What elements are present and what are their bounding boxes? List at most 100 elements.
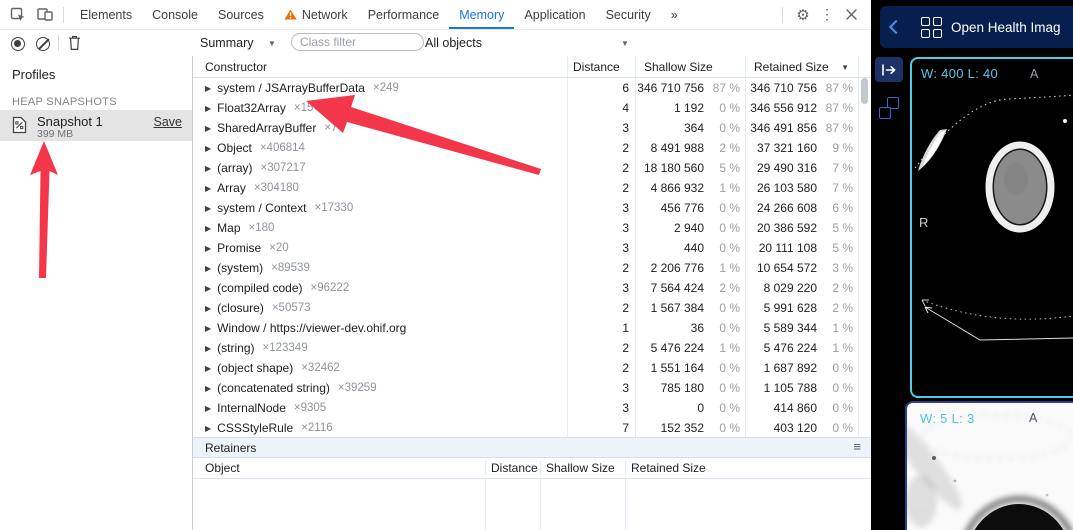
- row-expander-icon[interactable]: ▶: [205, 404, 211, 413]
- row-expander-icon[interactable]: ▶: [205, 424, 211, 433]
- row-expander-icon[interactable]: ▶: [205, 264, 211, 273]
- device-toolbar-icon[interactable]: [36, 6, 54, 24]
- row-expander-icon[interactable]: ▶: [205, 324, 211, 333]
- distance-cell: 2: [567, 258, 635, 278]
- heap-row[interactable]: ▶(concatenated string)×392593785 1800 %1…: [193, 378, 858, 398]
- delete-profile-icon[interactable]: [68, 35, 81, 56]
- heap-row[interactable]: ▶InternalNode×9305300 %414 8600 %: [193, 398, 858, 418]
- row-expander-icon[interactable]: ▶: [205, 284, 211, 293]
- row-expander-icon[interactable]: ▶: [205, 184, 211, 193]
- inspect-element-icon[interactable]: [9, 6, 27, 24]
- retainers-toolbar: Retainers ≡: [193, 437, 871, 458]
- heap-row[interactable]: ▶Float32Array×1541 1920 %346 556 91287 %: [193, 98, 858, 118]
- heap-row[interactable]: ▶(string)×12334925 476 2241 %5 476 2241 …: [193, 338, 858, 358]
- constructor-name: Map: [217, 221, 240, 235]
- chevron-down-icon: ▼: [268, 39, 276, 48]
- row-expander-icon[interactable]: ▶: [205, 224, 211, 233]
- distance-cell: 3: [567, 398, 635, 418]
- heap-row[interactable]: ▶Array×30418024 866 9321 %26 103 5807 %: [193, 178, 858, 198]
- distance-cell: 2: [567, 298, 635, 318]
- tab-memory[interactable]: Memory: [449, 0, 514, 29]
- heap-row[interactable]: ▶CSSStyleRule×21167152 3520 %403 1200 %: [193, 418, 858, 438]
- row-expander-icon[interactable]: ▶: [205, 344, 211, 353]
- series-stack-icon[interactable]: [879, 97, 899, 119]
- column-header-retained-size[interactable]: Retained Size: [625, 461, 871, 475]
- objects-filter-select[interactable]: All objects: [425, 36, 482, 50]
- column-header-distance[interactable]: Distance: [567, 56, 635, 77]
- row-expander-icon[interactable]: ▶: [205, 304, 211, 313]
- column-header-object[interactable]: Object: [193, 461, 485, 475]
- distance-cell: 2: [567, 158, 635, 178]
- clear-profiles-icon[interactable]: [36, 37, 50, 51]
- instance-count: ×89539: [271, 262, 310, 274]
- back-chevron-icon[interactable]: [889, 20, 903, 34]
- instance-count: ×180: [249, 222, 275, 234]
- column-header-retained-size[interactable]: Retained Size ▼: [745, 56, 858, 77]
- perspective-select[interactable]: Summary: [200, 36, 253, 50]
- retained-size-cell: 29 490 3167 %: [745, 158, 858, 178]
- grid-scrollbar[interactable]: [858, 77, 871, 437]
- retained-size-cell: 1 105 7880 %: [745, 378, 858, 398]
- row-expander-icon[interactable]: ▶: [205, 204, 211, 213]
- retainers-title: Retainers: [205, 441, 256, 455]
- tab-sources[interactable]: Sources: [208, 0, 274, 29]
- heap-row[interactable]: ▶SharedArrayBuffer×733640 %346 491 85687…: [193, 118, 858, 138]
- heap-row[interactable]: ▶(system)×8953922 206 7761 %10 654 5723 …: [193, 258, 858, 278]
- tab-elements[interactable]: Elements: [70, 0, 142, 29]
- heap-row[interactable]: ▶system / JSArrayBufferData×2496346 710 …: [193, 78, 858, 98]
- heap-row[interactable]: ▶(compiled code)×9622237 564 4242 %8 029…: [193, 278, 858, 298]
- column-header-constructor[interactable]: Constructor: [193, 56, 567, 77]
- row-expander-icon[interactable]: ▶: [205, 84, 211, 93]
- retainers-menu-icon[interactable]: ≡: [853, 439, 861, 454]
- row-expander-icon[interactable]: ▶: [205, 384, 211, 393]
- tab-performance[interactable]: Performance: [358, 0, 450, 29]
- ct-viewport-2[interactable]: W: 5 L: 3 A: [905, 401, 1073, 530]
- close-devtools-icon[interactable]: [839, 3, 863, 27]
- heap-row[interactable]: ▶(closure)×5057321 567 3840 %5 991 6282 …: [193, 298, 858, 318]
- save-snapshot-link[interactable]: Save: [154, 115, 183, 129]
- record-heap-snapshot-icon[interactable]: [11, 37, 25, 51]
- instance-count: ×2116: [301, 422, 332, 434]
- shallow-size-cell: 4400 %: [635, 238, 745, 258]
- row-expander-icon[interactable]: ▶: [205, 104, 211, 113]
- heap-row[interactable]: ▶Promise×2034400 %20 111 1085 %: [193, 238, 858, 258]
- collapse-panel-button[interactable]: [875, 57, 903, 82]
- tab-application[interactable]: Application: [514, 0, 595, 29]
- overflow-menu-icon[interactable]: ⋮: [815, 3, 839, 27]
- tab-security[interactable]: Security: [596, 0, 661, 29]
- column-header-shallow-size[interactable]: Shallow Size: [635, 56, 745, 77]
- heap-row[interactable]: ▶Object×40681428 491 9882 %37 321 1609 %: [193, 138, 858, 158]
- row-expander-icon[interactable]: ▶: [205, 364, 211, 373]
- heap-row[interactable]: ▶(array)×307217218 180 5605 %29 490 3167…: [193, 158, 858, 178]
- scrollbar-thumb[interactable]: [861, 78, 868, 104]
- constructor-name: (array): [217, 161, 252, 175]
- column-header-distance[interactable]: Distance: [485, 461, 540, 475]
- column-header-shallow-size[interactable]: Shallow Size: [540, 461, 625, 475]
- more-tabs-button[interactable]: »: [661, 0, 688, 29]
- row-expander-icon[interactable]: ▶: [205, 244, 211, 253]
- divider: [58, 35, 59, 51]
- instance-count: ×20: [269, 242, 289, 254]
- constructor-name: Promise: [217, 241, 261, 255]
- distance-cell: 2: [567, 178, 635, 198]
- row-expander-icon[interactable]: ▶: [205, 124, 211, 133]
- shallow-size-cell: 456 7760 %: [635, 198, 745, 218]
- tab-network[interactable]: Network: [274, 0, 358, 29]
- sidebar-item-snapshot-1[interactable]: Snapshot 1 399 MB Save: [0, 110, 192, 141]
- settings-gear-icon[interactable]: ⚙: [791, 3, 815, 27]
- class-filter-input[interactable]: [291, 33, 424, 51]
- row-expander-icon[interactable]: ▶: [205, 164, 211, 173]
- instance-count: ×307217: [261, 162, 306, 174]
- heap-row[interactable]: ▶(object shape)×3246221 551 1640 %1 687 …: [193, 358, 858, 378]
- retained-size-cell: 5 589 3441 %: [745, 318, 858, 338]
- shallow-size-cell: 1 1920 %: [635, 98, 745, 118]
- constructor-name: (string): [217, 341, 254, 355]
- heap-row[interactable]: ▶system / Context×173303456 7760 %24 266…: [193, 198, 858, 218]
- heap-row[interactable]: ▶Window / https://viewer-dev.ohif.org136…: [193, 318, 858, 338]
- tab-console[interactable]: Console: [142, 0, 208, 29]
- retained-size-cell: 20 386 5925 %: [745, 218, 858, 238]
- heap-row[interactable]: ▶Map×18032 9400 %20 386 5925 %: [193, 218, 858, 238]
- ct-viewport-1[interactable]: W: 400 L: 40 A R: [910, 57, 1073, 398]
- row-expander-icon[interactable]: ▶: [205, 144, 211, 153]
- screen: Elements Console Sources Network Perform…: [0, 0, 1073, 530]
